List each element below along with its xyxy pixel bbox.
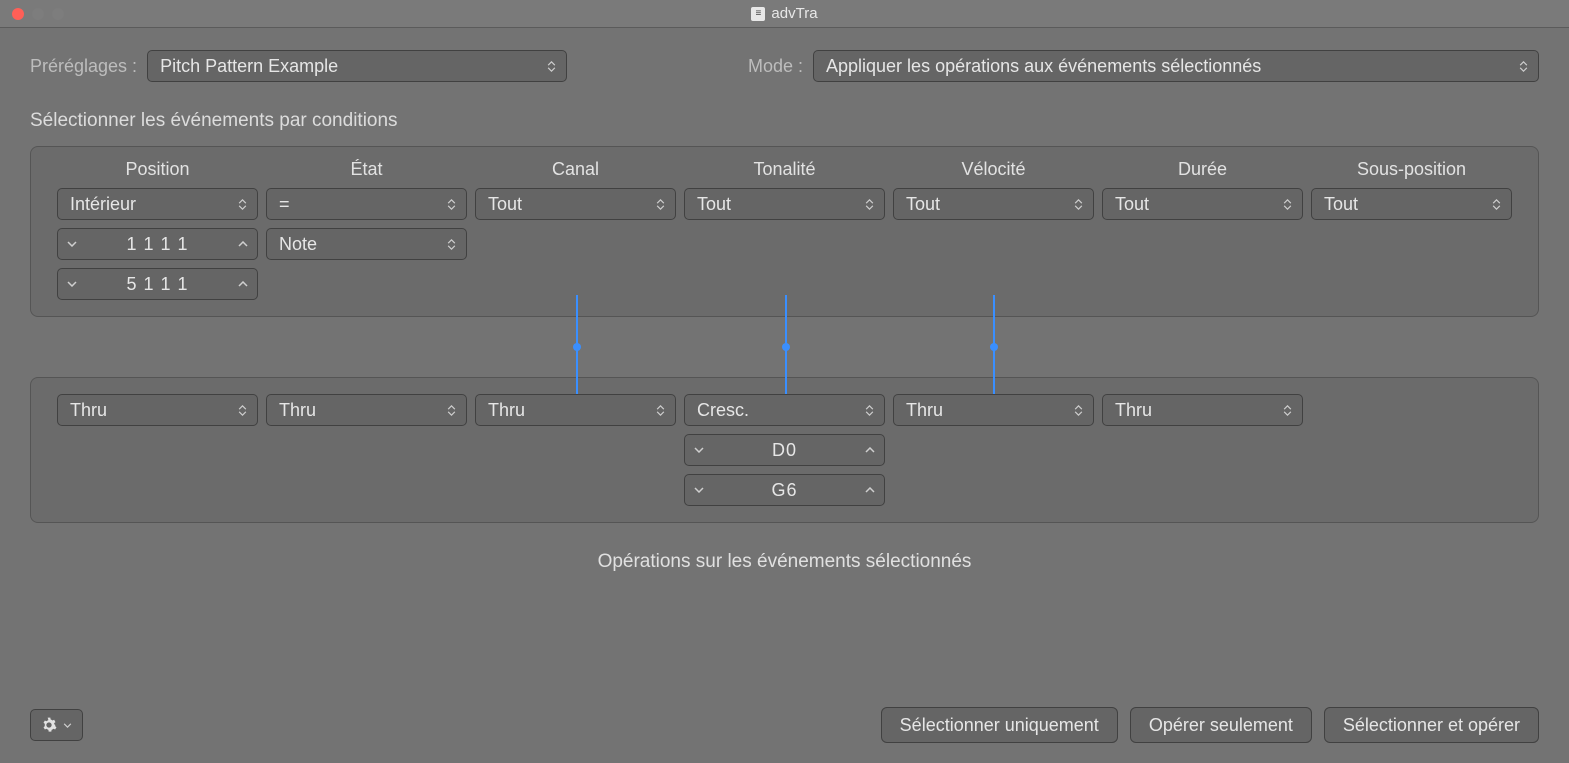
- tonalite-to-stepper[interactable]: G6: [684, 474, 885, 506]
- chevron-updown-icon: [1069, 189, 1087, 219]
- position-to-value[interactable]: 5 1 1 1: [86, 274, 229, 295]
- chevron-down-icon[interactable]: [685, 435, 713, 465]
- chevron-updown-icon: [1487, 189, 1505, 219]
- chevron-updown-icon: [860, 189, 878, 219]
- op-position-select[interactable]: Thru: [57, 394, 258, 426]
- position-condition-select[interactable]: Intérieur: [57, 188, 258, 220]
- titlebar: ≡ advTra: [0, 0, 1569, 28]
- chevron-updown-icon: [233, 189, 251, 219]
- col-header-canal: Canal: [475, 159, 676, 180]
- gear-icon: [41, 717, 57, 733]
- chevron-updown-icon: [860, 395, 878, 425]
- window-close-button[interactable]: [12, 8, 24, 20]
- souspos-condition-select[interactable]: Tout: [1311, 188, 1512, 220]
- etat-condition-select[interactable]: =: [266, 188, 467, 220]
- chevron-down-icon: [63, 723, 72, 728]
- col-header-position: Position: [57, 159, 258, 180]
- connectors: [56, 317, 1513, 377]
- chevron-up-icon[interactable]: [856, 475, 884, 505]
- operations-caption: Opérations sur les événements sélectionn…: [30, 551, 1539, 573]
- window-title: advTra: [771, 5, 817, 22]
- position-to-stepper[interactable]: 5 1 1 1: [57, 268, 258, 300]
- chevron-updown-icon: [1278, 395, 1296, 425]
- tonalite-from-value[interactable]: D0: [713, 440, 856, 461]
- chevron-updown-icon: [651, 395, 669, 425]
- chevron-updown-icon: [442, 229, 460, 259]
- conditions-title: Sélectionner les événements par conditio…: [30, 110, 1539, 132]
- chevron-up-icon[interactable]: [856, 435, 884, 465]
- chevron-updown-icon: [1278, 189, 1296, 219]
- op-tonalite-select[interactable]: Cresc.: [684, 394, 885, 426]
- op-etat-select[interactable]: Thru: [266, 394, 467, 426]
- col-header-tonalite: Tonalité: [684, 159, 885, 180]
- chevron-updown-icon: [1514, 51, 1532, 81]
- chevron-updown-icon: [442, 189, 460, 219]
- col-header-duree: Durée: [1102, 159, 1303, 180]
- tonalite-condition-select[interactable]: Tout: [684, 188, 885, 220]
- window-minimize-button[interactable]: [32, 8, 44, 20]
- window-zoom-button[interactable]: [52, 8, 64, 20]
- col-header-souspos: Sous-position: [1311, 159, 1512, 180]
- chevron-up-icon[interactable]: [229, 229, 257, 259]
- op-duree-select[interactable]: Thru: [1102, 394, 1303, 426]
- presets-select[interactable]: Pitch Pattern Example: [147, 50, 567, 82]
- window-icon: ≡: [751, 7, 765, 21]
- op-velocite-select[interactable]: Thru: [893, 394, 1094, 426]
- mode-value: Appliquer les opérations aux événements …: [826, 56, 1261, 77]
- chevron-up-icon[interactable]: [229, 269, 257, 299]
- chevron-down-icon[interactable]: [58, 229, 86, 259]
- operations-panel: Thru Thru Thru Cresc. Thru Thru: [30, 377, 1539, 523]
- chevron-updown-icon: [233, 395, 251, 425]
- chevron-updown-icon: [542, 51, 560, 81]
- canal-condition-select[interactable]: Tout: [475, 188, 676, 220]
- presets-value: Pitch Pattern Example: [160, 56, 338, 77]
- chevron-updown-icon: [1069, 395, 1087, 425]
- presets-label: Préréglages :: [30, 56, 137, 77]
- op-canal-select[interactable]: Thru: [475, 394, 676, 426]
- operate-only-button[interactable]: Opérer seulement: [1130, 707, 1312, 743]
- position-from-stepper[interactable]: 1 1 1 1: [57, 228, 258, 260]
- mode-select[interactable]: Appliquer les opérations aux événements …: [813, 50, 1539, 82]
- mode-label: Mode :: [748, 56, 803, 77]
- col-header-velocite: Vélocité: [893, 159, 1094, 180]
- col-header-etat: État: [266, 159, 467, 180]
- tonalite-from-stepper[interactable]: D0: [684, 434, 885, 466]
- position-from-value[interactable]: 1 1 1 1: [86, 234, 229, 255]
- chevron-down-icon[interactable]: [685, 475, 713, 505]
- chevron-down-icon[interactable]: [58, 269, 86, 299]
- velocite-condition-select[interactable]: Tout: [893, 188, 1094, 220]
- etat-type-select[interactable]: Note: [266, 228, 467, 260]
- select-only-button[interactable]: Sélectionner uniquement: [881, 707, 1118, 743]
- chevron-updown-icon: [651, 189, 669, 219]
- duree-condition-select[interactable]: Tout: [1102, 188, 1303, 220]
- conditions-panel: Position État Canal Tonalité Vélocité Du…: [30, 146, 1539, 317]
- select-and-operate-button[interactable]: Sélectionner et opérer: [1324, 707, 1539, 743]
- settings-menu-button[interactable]: [30, 709, 83, 741]
- tonalite-to-value[interactable]: G6: [713, 480, 856, 501]
- chevron-updown-icon: [442, 395, 460, 425]
